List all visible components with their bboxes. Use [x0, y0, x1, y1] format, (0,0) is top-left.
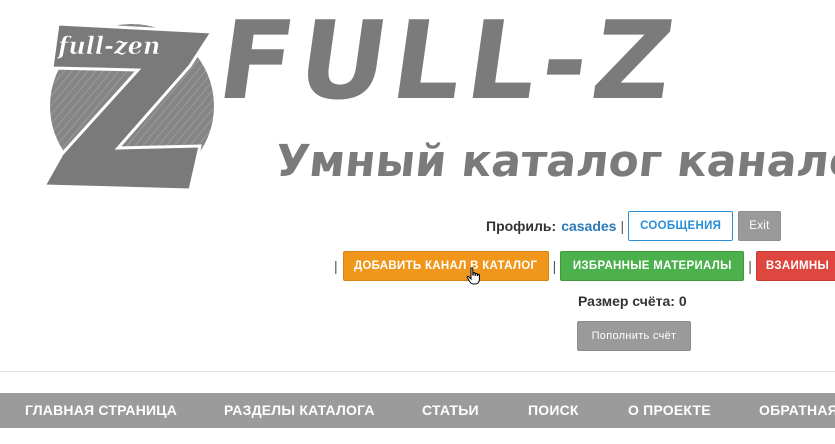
exit-button[interactable]: Exit: [738, 211, 781, 241]
account-balance: Размер счёта: 0: [578, 293, 687, 309]
mutual-button[interactable]: ВЗАИМНЫ: [755, 251, 835, 281]
main-navigation: ГЛАВНАЯ СТРАНИЦА РАЗДЕЛЫ КАТАЛОГА СТАТЬИ…: [0, 393, 835, 428]
separator: |: [334, 258, 338, 274]
favorites-button[interactable]: ИЗБРАННЫЕ МАТЕРИАЛЫ: [560, 251, 745, 281]
brand-subtitle: Умный каталог каналов: [272, 136, 835, 187]
nav-item-feedback[interactable]: ОБРАТНАЯ: [759, 393, 835, 428]
nav-item-search[interactable]: ПОИСК: [528, 393, 579, 428]
messages-button[interactable]: СООБЩЕНИЯ: [628, 211, 734, 241]
nav-item-articles[interactable]: СТАТЬИ: [422, 393, 479, 428]
site-logo-emblem[interactable]: full-zen: [40, 6, 215, 196]
separator: |: [552, 258, 557, 274]
top-up-button[interactable]: Пополнить счёт: [577, 321, 691, 351]
logo-badge-text: full-zen: [56, 31, 160, 60]
add-channel-button[interactable]: ДОБАВИТЬ КАНАЛ В КАТАЛОГ: [342, 251, 549, 281]
z-emblem-icon: full-zen: [41, 22, 215, 192]
divider: [0, 371, 835, 372]
separator: |: [620, 218, 625, 234]
hand-pointer-cursor-icon: [466, 267, 480, 285]
nav-item-catalog-sections[interactable]: РАЗДЕЛЫ КАТАЛОГА: [224, 393, 375, 428]
profile-bar: Профиль: casades | СООБЩЕНИЯ Exit: [486, 211, 781, 241]
brand-title[interactable]: FULL-Z: [211, 0, 687, 124]
separator: |: [748, 258, 752, 274]
nav-item-home[interactable]: ГЛАВНАЯ СТРАНИЦА: [25, 393, 177, 428]
profile-label: Профиль:: [486, 218, 557, 234]
nav-item-about[interactable]: О ПРОЕКТЕ: [628, 393, 711, 428]
action-bar: | ДОБАВИТЬ КАНАЛ В КАТАЛОГ | ИЗБРАННЫЕ М…: [334, 251, 835, 281]
profile-username-link[interactable]: casades: [561, 218, 616, 234]
